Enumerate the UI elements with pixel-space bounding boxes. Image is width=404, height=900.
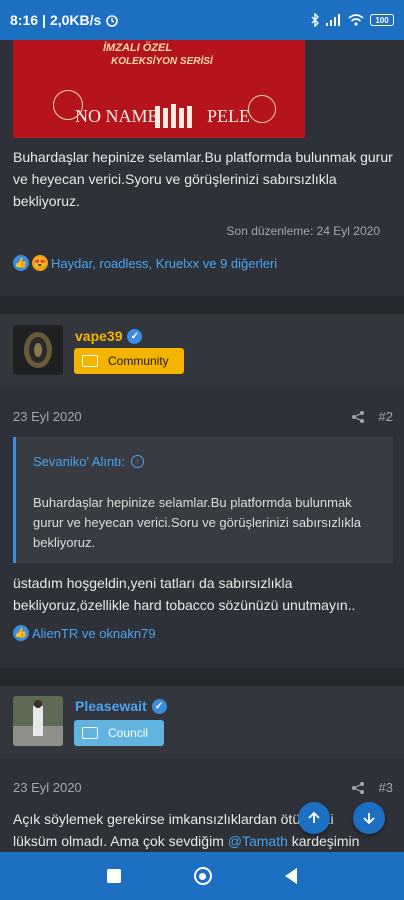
signal-icon xyxy=(326,14,340,26)
user-role-badge: Council xyxy=(74,720,164,746)
user-mention-link[interactable]: @Tamath xyxy=(228,833,288,849)
like-reaction-icon: 👍 xyxy=(13,255,29,271)
recent-apps-icon[interactable] xyxy=(106,869,121,883)
post-meta: 23 Eyl 2020 #2 xyxy=(13,409,393,424)
post-number[interactable]: #2 xyxy=(379,409,393,424)
share-icon[interactable] xyxy=(351,410,365,424)
bluetooth-icon xyxy=(311,13,319,27)
status-time: 8:16 xyxy=(10,12,39,28)
post-banner-image: İMZALI ÖZEL KOLEKSİYON SERİSİ NO NAME PE… xyxy=(13,40,305,138)
reactions-bar[interactable]: 👍 😍 Haydar, roadless, Kruelxx ve 9 diğer… xyxy=(13,255,277,271)
wifi-icon xyxy=(348,14,364,26)
battery-icon: 100 xyxy=(370,14,394,26)
arrow-up-circle-icon[interactable]: ↑ xyxy=(131,455,145,468)
home-icon[interactable] xyxy=(193,867,212,885)
quote-text: Buhardaşlar hepinize selamlar.Bu platfor… xyxy=(33,495,362,550)
reactions-list[interactable]: Haydar, roadless, Kruelxx ve 9 diğerleri xyxy=(51,256,277,271)
avatar[interactable] xyxy=(13,325,63,375)
banner-brand-left: NO NAME xyxy=(75,106,159,126)
quote-block: Sevaniko' Alıntı: ↑ Buhardaşlar hepinize… xyxy=(13,437,393,563)
scroll-down-button[interactable] xyxy=(353,802,385,834)
like-reaction-icon: 👍 xyxy=(13,625,29,641)
alarm-icon xyxy=(106,15,119,27)
post-body: Açık söylemek gerekirse imkansızlıklarda… xyxy=(13,811,360,849)
banner-decoration xyxy=(248,95,276,123)
verified-icon: ✓ xyxy=(151,698,167,714)
post-meta: 23 Eyl 2020 #3 xyxy=(13,780,393,795)
post-author-header: Pleasewait ✓ Council xyxy=(0,686,404,758)
reactions-bar[interactable]: 👍 AlienTR ve oknakn79 xyxy=(13,625,156,641)
post-divider xyxy=(0,668,404,686)
edited-timestamp: Son düzenleme: 24 Eyl 2020 xyxy=(226,224,380,238)
bottles-illustration xyxy=(155,104,192,128)
badge-icon xyxy=(82,355,98,367)
love-reaction-icon: 😍 xyxy=(32,255,48,271)
banner-subtitle: KOLEKSİYON SERİSİ xyxy=(111,56,213,67)
back-icon[interactable] xyxy=(285,868,298,884)
post-date[interactable]: 23 Eyl 2020 xyxy=(13,780,82,795)
scroll-up-button[interactable] xyxy=(298,802,330,834)
system-nav-bar xyxy=(0,852,404,900)
user-role-badge: Community xyxy=(74,348,184,374)
badge-icon xyxy=(82,727,98,739)
verified-icon: ✓ xyxy=(127,328,143,344)
post-date[interactable]: 23 Eyl 2020 xyxy=(13,409,82,424)
quote-author[interactable]: Sevaniko' Alıntı: ↑ xyxy=(33,454,145,469)
reactions-list[interactable]: AlienTR ve oknakn79 xyxy=(32,626,156,641)
share-icon[interactable] xyxy=(351,781,365,795)
post-body: üstadım hoşgeldin,yeni tatları da sabırs… xyxy=(13,575,356,613)
post-body: Buhardaşlar hepinize selamlar.Bu platfor… xyxy=(13,149,393,209)
status-bar: 8:16 | 2,0KB/s 100 xyxy=(0,0,404,40)
arrow-down-icon xyxy=(363,813,375,825)
avatar[interactable] xyxy=(13,696,63,746)
username[interactable]: vape39 ✓ xyxy=(75,328,143,344)
post-divider xyxy=(0,296,404,314)
username[interactable]: Pleasewait ✓ xyxy=(75,698,167,714)
status-network-speed: 2,0KB/s xyxy=(49,12,102,28)
post-number[interactable]: #3 xyxy=(379,780,393,795)
banner-title: İMZALI ÖZEL xyxy=(103,42,173,54)
post-author-header: vape39 ✓ Community xyxy=(0,314,404,388)
arrow-up-icon xyxy=(308,811,320,823)
banner-brand-right: PELE xyxy=(207,106,250,126)
